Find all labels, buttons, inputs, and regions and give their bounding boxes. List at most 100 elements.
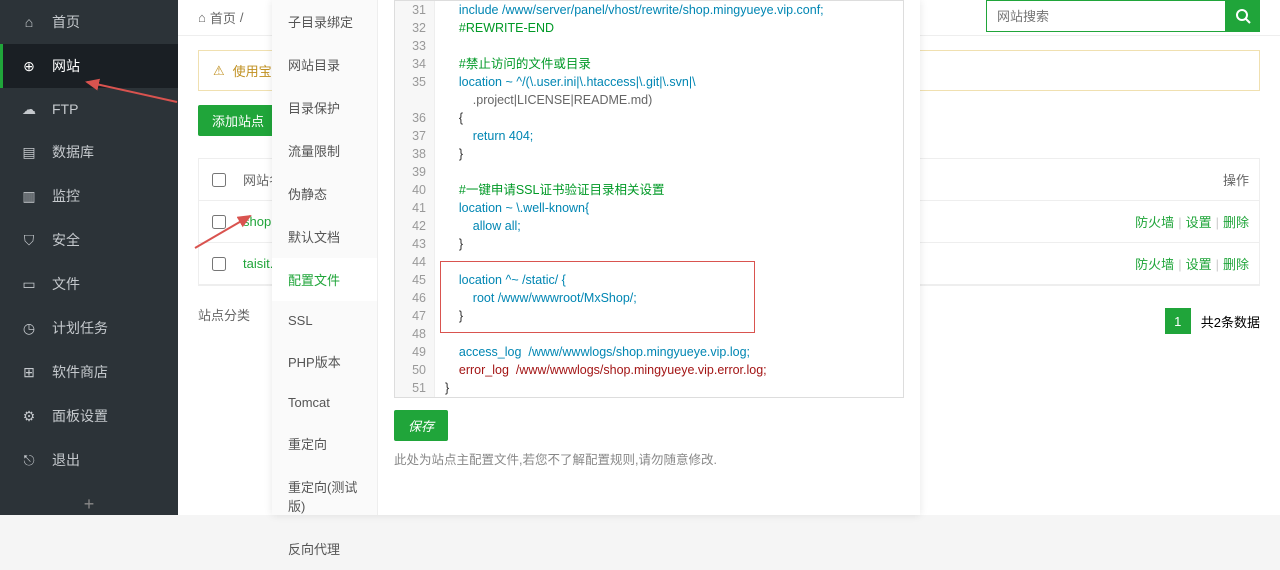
modal-tab[interactable]: 默认文档 — [272, 215, 377, 258]
line-number: 37 — [395, 127, 435, 145]
sidebar-item-label: 计划任务 — [52, 318, 108, 338]
code-line[interactable]: 51} — [395, 379, 903, 397]
site-name-link[interactable]: shop. — [243, 214, 275, 229]
code-line[interactable]: 35 location ~ ^/(\.user.ini|\.htaccess|\… — [395, 73, 903, 91]
modal-tab[interactable]: SSL — [272, 301, 377, 340]
sidebar-item-label: 面板设置 — [52, 406, 108, 426]
code-line[interactable]: 33 — [395, 37, 903, 55]
code-line[interactable]: 40 #一键申请SSL证书验证目录相关设置 — [395, 181, 903, 199]
code-text[interactable]: .project|LICENSE|README.md) — [435, 91, 903, 109]
sidebar-item-cloud[interactable]: ☁FTP — [0, 88, 178, 130]
code-line[interactable]: 39 — [395, 163, 903, 181]
code-text[interactable]: } — [435, 145, 903, 163]
code-line[interactable]: 31 include /www/server/panel/vhost/rewri… — [395, 1, 903, 19]
breadcrumb-home[interactable]: 首页 — [210, 8, 236, 27]
chart-icon: ▥ — [20, 187, 38, 205]
config-editor[interactable]: 31 include /www/server/panel/vhost/rewri… — [394, 0, 904, 398]
code-line[interactable]: 32 #REWRITE-END — [395, 19, 903, 37]
row-action[interactable]: 删除 — [1223, 257, 1249, 272]
sidebar-item-chart[interactable]: ▥监控 — [0, 174, 178, 218]
search-button[interactable] — [1226, 0, 1260, 32]
code-line[interactable]: .project|LICENSE|README.md) — [395, 91, 903, 109]
code-text[interactable]: location ~ ^/(\.user.ini|\.htaccess|\.gi… — [435, 73, 903, 91]
modal-tab[interactable]: 子目录绑定 — [272, 0, 377, 43]
sidebar-item-globe[interactable]: ⊕网站 — [0, 44, 178, 88]
modal-body: 31 include /www/server/panel/vhost/rewri… — [378, 0, 920, 515]
code-text[interactable]: } — [435, 235, 903, 253]
row-checkbox[interactable] — [212, 257, 226, 271]
pager-total: 共2条数据 — [1201, 312, 1260, 331]
code-text[interactable]: error_log /www/wwwlogs/shop.mingyueye.vi… — [435, 361, 903, 379]
breadcrumb-sep: / — [240, 10, 244, 25]
row-action[interactable]: 设置 — [1186, 215, 1212, 230]
modal-tab[interactable]: 配置文件 — [272, 258, 377, 301]
sidebar-item-apps[interactable]: ⊞软件商店 — [0, 350, 178, 394]
sidebar-item-shield[interactable]: ⛉安全 — [0, 218, 178, 262]
modal-tab[interactable]: 反向代理 — [272, 527, 377, 570]
code-line[interactable]: 44 — [395, 253, 903, 271]
row-checkbox[interactable] — [212, 215, 226, 229]
code-line[interactable]: 41 location ~ \.well-known{ — [395, 199, 903, 217]
sidebar-item-clock[interactable]: ◷计划任务 — [0, 306, 178, 350]
modal-tab[interactable]: 网站目录 — [272, 43, 377, 86]
code-text[interactable]: #REWRITE-END — [435, 19, 903, 37]
code-line[interactable]: 36 { — [395, 109, 903, 127]
code-line[interactable]: 46 root /www/wwwroot/MxShop/; — [395, 289, 903, 307]
sidebar-item-label: 文件 — [52, 274, 80, 294]
add-site-button[interactable]: 添加站点 — [198, 105, 278, 136]
sidebar-item-home[interactable]: ⌂首页 — [0, 0, 178, 44]
site-name-link[interactable]: taisit. — [243, 256, 273, 271]
site-class-label[interactable]: 站点分类 — [198, 305, 250, 324]
modal-tab[interactable]: Tomcat — [272, 383, 377, 422]
code-line[interactable]: 42 allow all; — [395, 217, 903, 235]
sidebar-item-gear[interactable]: ⚙面板设置 — [0, 394, 178, 438]
page-1[interactable]: 1 — [1165, 308, 1191, 334]
modal-tab[interactable]: PHP版本 — [272, 340, 377, 383]
modal-tab[interactable]: 流量限制 — [272, 129, 377, 172]
code-line[interactable]: 34 #禁止访问的文件或目录 — [395, 55, 903, 73]
line-number: 41 — [395, 199, 435, 217]
sidebar-item-exit[interactable]: ⎋退出 — [0, 438, 178, 482]
select-all-checkbox[interactable] — [212, 173, 226, 187]
sidebar-item-db[interactable]: ▤数据库 — [0, 130, 178, 174]
row-action[interactable]: 删除 — [1223, 215, 1249, 230]
code-line[interactable]: 47 } — [395, 307, 903, 325]
code-text[interactable] — [435, 253, 903, 271]
search-wrap — [986, 0, 1260, 32]
sidebar-item-folder[interactable]: ▭文件 — [0, 262, 178, 306]
row-action[interactable]: 防火墙 — [1135, 215, 1174, 230]
modal-tab[interactable]: 重定向 — [272, 422, 377, 465]
modal-tab[interactable]: 伪静态 — [272, 172, 377, 215]
code-text[interactable]: } — [435, 307, 903, 325]
line-number: 40 — [395, 181, 435, 199]
modal-tab[interactable]: 目录保护 — [272, 86, 377, 129]
code-line[interactable]: 49 access_log /www/wwwlogs/shop.mingyuey… — [395, 343, 903, 361]
code-text[interactable]: root /www/wwwroot/MxShop/; — [435, 289, 903, 307]
code-text[interactable]: #禁止访问的文件或目录 — [435, 55, 903, 73]
code-text[interactable]: location ^~ /static/ { — [435, 271, 903, 289]
code-text[interactable] — [435, 37, 903, 55]
modal-tab[interactable]: 重定向(测试版) — [272, 465, 377, 527]
save-button[interactable]: 保存 — [394, 410, 448, 441]
row-action[interactable]: 防火墙 — [1135, 257, 1174, 272]
code-text[interactable] — [435, 325, 903, 343]
search-input[interactable] — [986, 0, 1226, 32]
code-text[interactable]: { — [435, 109, 903, 127]
line-number: 39 — [395, 163, 435, 181]
row-action[interactable]: 设置 — [1186, 257, 1212, 272]
code-line[interactable]: 43 } — [395, 235, 903, 253]
code-text[interactable]: } — [435, 379, 903, 397]
code-text[interactable] — [435, 163, 903, 181]
code-line[interactable]: 37 return 404; — [395, 127, 903, 145]
code-text[interactable]: return 404; — [435, 127, 903, 145]
code-text[interactable]: #一键申请SSL证书验证目录相关设置 — [435, 181, 903, 199]
code-line[interactable]: 50 error_log /www/wwwlogs/shop.mingyueye… — [395, 361, 903, 379]
code-line[interactable]: 38 } — [395, 145, 903, 163]
code-text[interactable]: location ~ \.well-known{ — [435, 199, 903, 217]
code-line[interactable]: 45 location ^~ /static/ { — [395, 271, 903, 289]
code-text[interactable]: allow all; — [435, 217, 903, 235]
sidebar-add[interactable]: + — [0, 482, 178, 527]
code-text[interactable]: access_log /www/wwwlogs/shop.mingyueye.v… — [435, 343, 903, 361]
code-line[interactable]: 48 — [395, 325, 903, 343]
code-text[interactable]: include /www/server/panel/vhost/rewrite/… — [435, 1, 903, 19]
